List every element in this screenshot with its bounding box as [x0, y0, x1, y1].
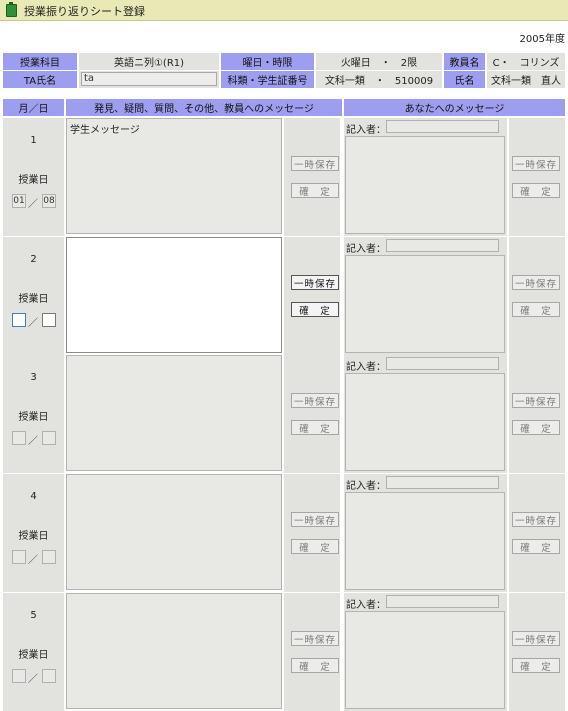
student-message-column-header: 発見、疑問、質問、その他、教員へのメッセージ [66, 99, 342, 116]
day-input[interactable] [42, 313, 56, 327]
writer-field [386, 595, 499, 608]
student-message-textarea[interactable]: 学生メッセージ [66, 118, 282, 234]
writer-label: 記入者： [346, 481, 386, 492]
reply-textarea [345, 255, 505, 353]
reply-confirm-button: 確 定 [512, 302, 560, 317]
reply-column-header: あなたへのメッセージ [344, 99, 565, 116]
reply-textarea [345, 136, 505, 234]
month-input[interactable]: 01 [12, 194, 26, 208]
date-column-header: 月／日 [3, 99, 64, 116]
reply-textarea [345, 373, 505, 471]
date-separator: ／ [28, 318, 38, 329]
writer-field [386, 476, 499, 489]
writer-field [386, 357, 499, 370]
confirm-button[interactable]: 確 定 [291, 183, 339, 198]
category-label: 科類・学生証番号 [221, 71, 314, 88]
reply-save-temp-button: 一時保存 [512, 631, 560, 646]
day-input[interactable] [42, 431, 56, 445]
subject-label: 授業科目 [3, 53, 77, 70]
row-number: 1 [30, 135, 37, 146]
reply-save-temp-button: 一時保存 [512, 393, 560, 408]
category-value: 文科一類 ・ 510009 [316, 71, 442, 88]
class-date-label: 授業日 [18, 412, 49, 423]
reply-save-temp-button: 一時保存 [512, 156, 560, 171]
class-date-label: 授業日 [18, 175, 49, 186]
entry-row-3: 3 授業日 ／ 一時保存 確 定 記入者： 一時保存 確 定 [3, 355, 565, 473]
reply-save-temp-button: 一時保存 [512, 275, 560, 290]
row-number: 5 [30, 610, 37, 621]
month-input[interactable] [12, 313, 26, 327]
date-separator: ／ [28, 555, 38, 566]
student-name-label: 氏名 [444, 71, 485, 88]
confirm-button[interactable]: 確 定 [291, 302, 339, 317]
writer-label: 記入者： [346, 600, 386, 611]
reply-save-temp-button: 一時保存 [512, 512, 560, 527]
teacher-value: C・ コリンズ [487, 53, 565, 70]
save-temp-button[interactable]: 一時保存 [291, 393, 339, 408]
writer-label: 記入者： [346, 125, 386, 136]
student-message-textarea[interactable] [66, 474, 282, 590]
title-bar: 授業振り返りシート登録 [0, 0, 568, 21]
date-separator: ／ [28, 199, 38, 210]
date-separator: ／ [28, 436, 38, 447]
document-icon [6, 2, 17, 17]
writer-label: 記入者： [346, 362, 386, 373]
month-input[interactable] [12, 431, 26, 445]
class-date-label: 授業日 [18, 531, 49, 542]
ta-label: TA氏名 [3, 71, 77, 88]
page-title: 授業振り返りシート登録 [24, 5, 145, 18]
day-input[interactable]: 08 [42, 194, 56, 208]
save-temp-button[interactable]: 一時保存 [291, 156, 339, 171]
save-temp-button[interactable]: 一時保存 [291, 275, 339, 290]
confirm-button[interactable]: 確 定 [291, 539, 339, 554]
teacher-label: 教員名 [444, 53, 485, 70]
reply-confirm-button: 確 定 [512, 183, 560, 198]
save-temp-button[interactable]: 一時保存 [291, 631, 339, 646]
entry-row-2: 2 授業日 ／ 一時保存 確 定 記入者： 一時保存 確 定 [3, 237, 565, 355]
entry-row-4: 4 授業日 ／ 一時保存 確 定 記入者： 一時保存 確 定 [3, 474, 565, 592]
entry-row-1: 1 授業日 01 ／ 08 学生メッセージ 一時保存 確 定 記入者： 一時保存… [3, 118, 565, 236]
day-period-value: 火曜日 ・ 2限 [316, 53, 442, 70]
student-message-textarea[interactable] [66, 593, 282, 709]
reply-confirm-button: 確 定 [512, 539, 560, 554]
reply-confirm-button: 確 定 [512, 420, 560, 435]
student-message-textarea[interactable] [66, 237, 282, 353]
writer-field [386, 120, 499, 133]
day-input[interactable] [42, 669, 56, 683]
save-temp-button[interactable]: 一時保存 [291, 512, 339, 527]
student-name-value: 文科一類 直人 [487, 71, 565, 88]
class-date-label: 授業日 [18, 650, 49, 661]
date-separator: ／ [28, 674, 38, 685]
entry-row-5: 5 授業日 ／ 一時保存 確 定 記入者： 一時保存 確 定 [3, 593, 565, 711]
reply-confirm-button: 確 定 [512, 658, 560, 673]
reply-textarea [345, 611, 505, 709]
reply-textarea [345, 492, 505, 590]
ta-field-cell: ta [79, 71, 219, 88]
row-number: 4 [30, 491, 37, 502]
student-message-textarea[interactable] [66, 355, 282, 471]
month-input[interactable] [12, 550, 26, 564]
ta-name-input[interactable]: ta [81, 72, 217, 86]
day-input[interactable] [42, 550, 56, 564]
class-date-label: 授業日 [18, 294, 49, 305]
subject-value: 英語ニ列①(R1) [79, 53, 219, 70]
row-number: 3 [30, 372, 37, 383]
confirm-button[interactable]: 確 定 [291, 658, 339, 673]
row-number: 2 [30, 254, 37, 265]
day-period-label: 曜日・時限 [221, 53, 314, 70]
writer-label: 記入者： [346, 244, 386, 255]
month-input[interactable] [12, 669, 26, 683]
academic-year: 2005年度 [519, 34, 565, 45]
confirm-button[interactable]: 確 定 [291, 420, 339, 435]
writer-field [386, 239, 499, 252]
